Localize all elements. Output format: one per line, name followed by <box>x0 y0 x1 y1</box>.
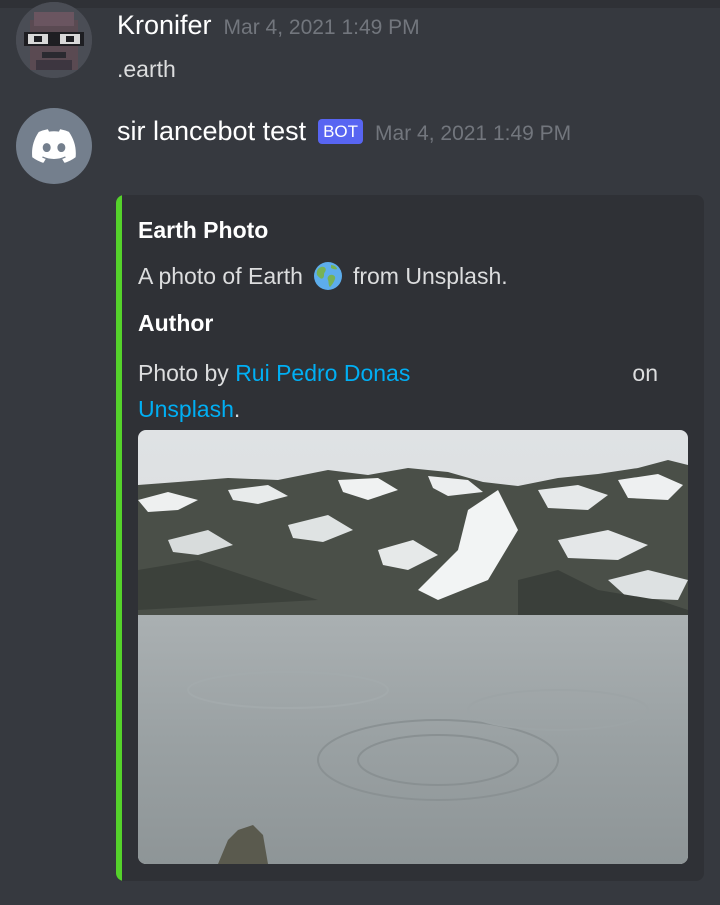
field-middle: on <box>632 360 658 386</box>
embed-description: A photo of Earth from Unsplash. <box>138 261 508 291</box>
timestamp[interactable]: Mar 4, 2021 1:49 PM <box>224 16 420 40</box>
message-content: .earth <box>117 56 176 82</box>
field-suffix: . <box>233 396 241 422</box>
message-header: Kronifer Mar 4, 2021 1:49 PM <box>117 10 420 41</box>
field-prefix: Photo by <box>138 360 229 386</box>
avatar[interactable] <box>16 2 92 78</box>
username[interactable]: sir lancebot test <box>117 116 306 147</box>
embed-field-value: Photo by Rui Pedro Donas on Unsplash. <box>138 355 658 427</box>
embed-title: Earth Photo <box>138 217 269 243</box>
timestamp[interactable]: Mar 4, 2021 1:49 PM <box>375 122 571 146</box>
embed-accent-bar <box>116 195 122 881</box>
embed-description-text: from Unsplash. <box>352 262 508 289</box>
embed-field-name: Author <box>138 310 214 336</box>
avatar[interactable] <box>16 108 92 184</box>
message-header: sir lancebot test BOT Mar 4, 2021 1:49 P… <box>117 116 571 147</box>
top-strip <box>0 0 720 8</box>
discord-logo-icon <box>32 129 76 163</box>
bot-tag: BOT <box>318 119 364 144</box>
photographer-link[interactable]: Rui Pedro Donas <box>235 355 410 391</box>
unsplash-link[interactable]: Unsplash <box>138 396 234 422</box>
landscape-photo-image <box>138 430 688 864</box>
embed-image[interactable] <box>138 430 688 864</box>
pixel-character-avatar-icon <box>16 2 92 78</box>
globe-emoji-icon <box>313 261 343 291</box>
username[interactable]: Kronifer <box>117 10 212 41</box>
embed-description-text: A photo of Earth <box>138 262 303 289</box>
embed: Earth Photo A photo of Earth from Unspla… <box>116 195 704 881</box>
